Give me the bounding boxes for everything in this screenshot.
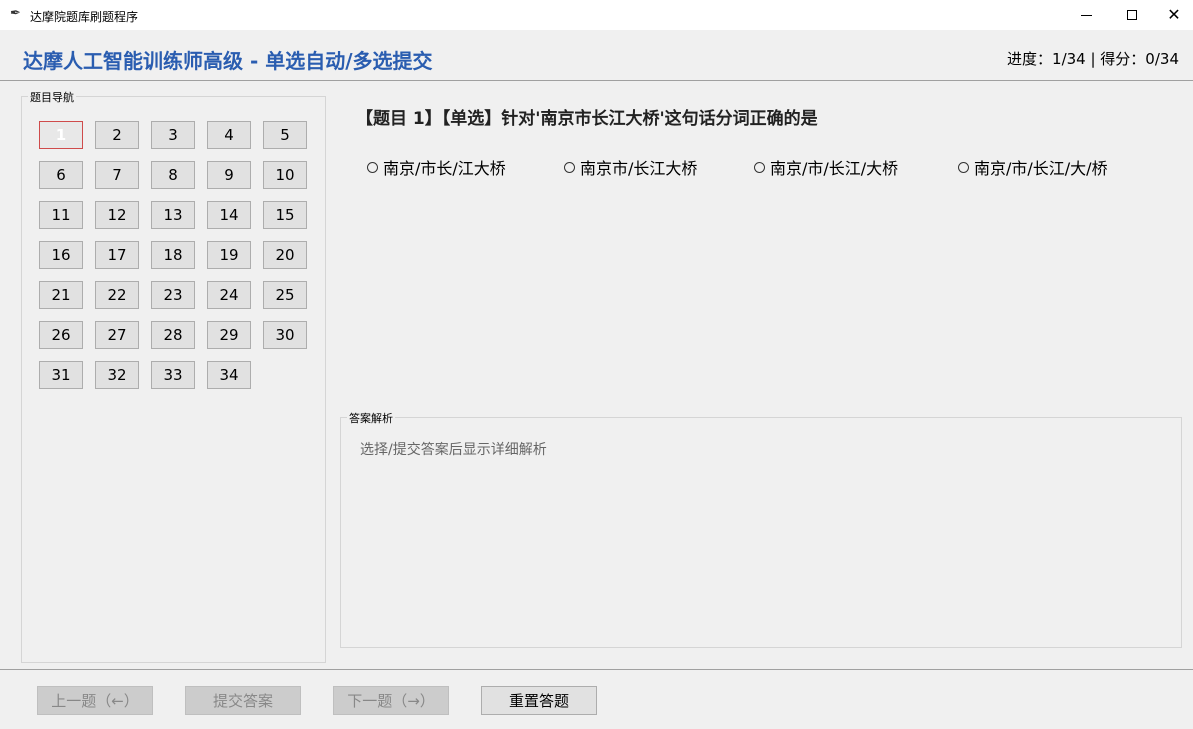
question-nav-button-29[interactable]: 29 (207, 321, 251, 349)
minimize-button[interactable] (1063, 0, 1109, 30)
question-nav-button-32[interactable]: 32 (95, 361, 139, 389)
page-title: 达摩人工智能训练师高级 - 单选自动/多选提交 (23, 49, 433, 73)
radio-icon[interactable] (754, 161, 765, 173)
maximize-button[interactable] (1109, 0, 1155, 30)
option-label: 南京/市/长江/大/桥 (974, 159, 1108, 178)
question-nav-button-31[interactable]: 31 (39, 361, 83, 389)
question-nav-button-26[interactable]: 26 (39, 321, 83, 349)
question-nav-button-28[interactable]: 28 (151, 321, 195, 349)
explanation-label: 答案解析 (347, 410, 395, 426)
minimize-icon (1080, 14, 1092, 16)
question-nav-button-5[interactable]: 5 (263, 121, 307, 149)
window-title: 达摩院题库刷题程序 (30, 10, 139, 24)
question-nav-button-27[interactable]: 27 (95, 321, 139, 349)
option-label: 南京市/长江大桥 (580, 159, 698, 178)
question-nav-button-14[interactable]: 14 (207, 201, 251, 229)
option-label: 南京/市长/江大桥 (383, 159, 506, 178)
question-nav-button-24[interactable]: 24 (207, 281, 251, 309)
reset-button[interactable]: 重置答题 (481, 686, 597, 715)
question-nav-button-25[interactable]: 25 (263, 281, 307, 309)
question-nav-button-22[interactable]: 22 (95, 281, 139, 309)
question-nav-button-34[interactable]: 34 (207, 361, 251, 389)
question-nav-button-8[interactable]: 8 (151, 161, 195, 189)
question-nav-button-11[interactable]: 11 (39, 201, 83, 229)
window-titlebar: ✒ 达摩院题库刷题程序 ✕ (0, 0, 1193, 30)
question-nav-button-17[interactable]: 17 (95, 241, 139, 269)
question-nav-button-7[interactable]: 7 (95, 161, 139, 189)
question-nav-button-9[interactable]: 9 (207, 161, 251, 189)
question-text: 【题目 1】【单选】针对'南京市长江大桥'这句话分词正确的是 (356, 109, 818, 129)
option-1[interactable]: 南京/市长/江大桥 (367, 155, 506, 179)
question-nav-button-30[interactable]: 30 (263, 321, 307, 349)
question-nav-group: 题目导航 1 2 3 4 5 6 7 8 9 10 11 12 13 14 15 16 17 18 19 20 21 22… (21, 89, 326, 663)
question-nav-button-19[interactable]: 19 (207, 241, 251, 269)
question-nav-button-2[interactable]: 2 (95, 121, 139, 149)
explanation-text: 选择/提交答案后显示详细解析 (360, 442, 547, 458)
close-icon: ✕ (1167, 5, 1181, 24)
option-label: 南京/市/长江/大桥 (770, 159, 899, 178)
question-nav-button-20[interactable]: 20 (263, 241, 307, 269)
radio-icon[interactable] (367, 161, 378, 173)
app-header: 达摩人工智能训练师高级 - 单选自动/多选提交 进度：1/34 | 得分：0/3… (0, 31, 1193, 81)
close-button[interactable]: ✕ (1151, 0, 1193, 30)
option-3[interactable]: 南京/市/长江/大桥 (754, 155, 898, 179)
question-nav-button-6[interactable]: 6 (39, 161, 83, 189)
question-nav-button-21[interactable]: 21 (39, 281, 83, 309)
question-nav-label: 题目导航 (28, 89, 76, 105)
explanation-group: 答案解析 选择/提交答案后显示详细解析 (340, 410, 1182, 648)
question-nav-button-12[interactable]: 12 (95, 201, 139, 229)
footer-bar: 上一题（←） 提交答案 下一题（→） 重置答题 (0, 669, 1193, 729)
maximize-icon (1127, 10, 1137, 20)
submit-button[interactable]: 提交答案 (185, 686, 301, 715)
next-button[interactable]: 下一题（→） (333, 686, 449, 715)
question-nav-button-13[interactable]: 13 (151, 201, 195, 229)
radio-icon[interactable] (564, 161, 575, 173)
option-2[interactable]: 南京市/长江大桥 (564, 155, 697, 179)
question-nav-button-23[interactable]: 23 (151, 281, 195, 309)
feather-icon: ✒ (10, 6, 21, 21)
radio-icon[interactable] (958, 161, 969, 173)
question-nav-button-15[interactable]: 15 (263, 201, 307, 229)
question-nav-button-3[interactable]: 3 (151, 121, 195, 149)
question-nav-button-33[interactable]: 33 (151, 361, 195, 389)
question-nav-button-16[interactable]: 16 (39, 241, 83, 269)
question-nav-button-18[interactable]: 18 (151, 241, 195, 269)
question-nav-button-4[interactable]: 4 (207, 121, 251, 149)
question-nav-button-1[interactable]: 1 (39, 121, 83, 149)
progress-score: 进度：1/34 | 得分：0/34 (1007, 50, 1179, 68)
question-nav-button-10[interactable]: 10 (263, 161, 307, 189)
prev-button[interactable]: 上一题（←） (37, 686, 153, 715)
option-4[interactable]: 南京/市/长江/大/桥 (958, 155, 1108, 179)
